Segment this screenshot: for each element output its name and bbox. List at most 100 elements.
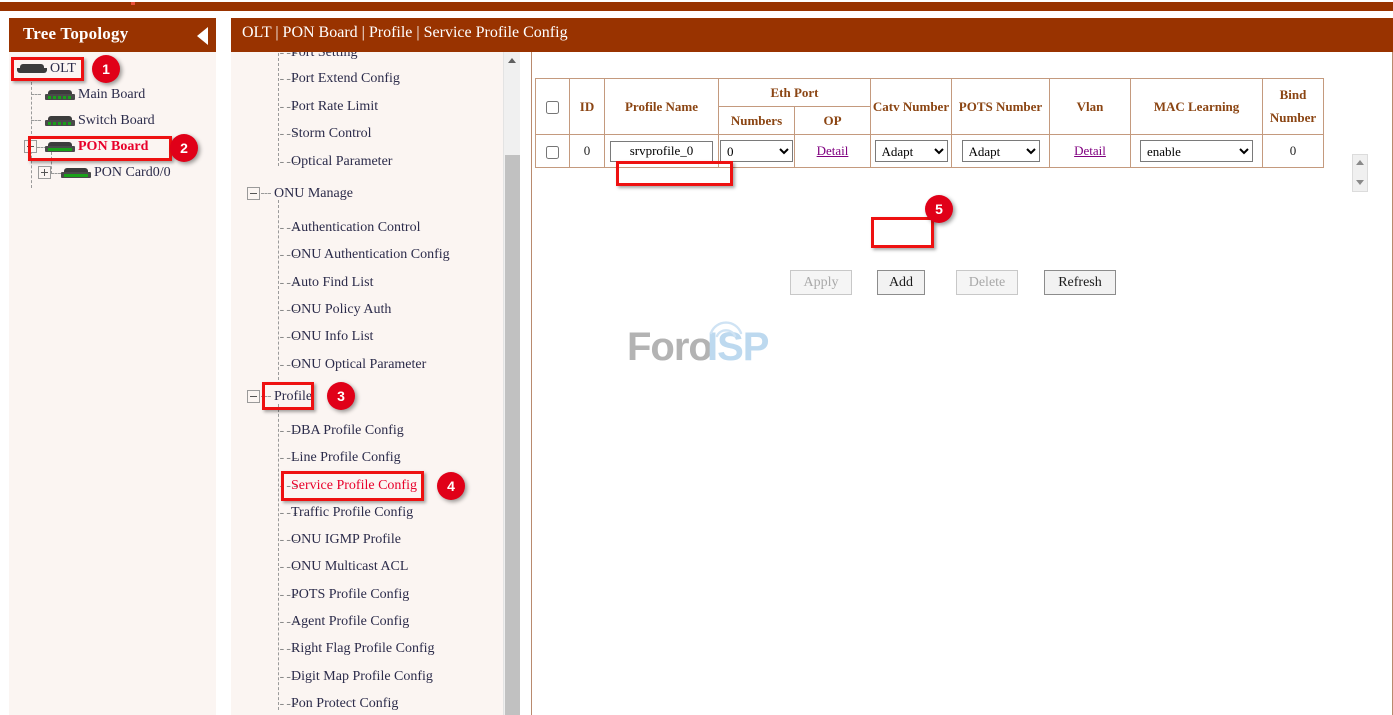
tree-expander-pon-board[interactable]: [24, 140, 37, 153]
menu-item-auto-find-list[interactable]: Auto Find List: [291, 275, 373, 291]
menu-item-optical-parameter[interactable]: Optical Parameter: [291, 154, 392, 170]
row-profile-name-cell: [605, 135, 719, 168]
row-eth-port-numbers-cell: 0: [719, 135, 795, 168]
menu-expander-tail: [261, 193, 271, 194]
tree-connector-vertical2: [51, 152, 52, 174]
table-header-row-1: ID Profile Name Eth Port Catv Number POT…: [536, 79, 1324, 107]
header-mac-learning: MAC Learning: [1131, 79, 1263, 135]
menu-item-right-flag-profile-config[interactable]: Right Flag Profile Config: [291, 641, 435, 657]
row-id: 0: [570, 135, 605, 168]
menu-item-agent-profile-config[interactable]: Agent Profile Config: [291, 614, 409, 630]
menu-item-onu-policy-auth[interactable]: ONU Policy Auth: [291, 302, 391, 318]
menu-item-profile[interactable]: Profile: [274, 389, 312, 405]
menu-scrollbar-thumb[interactable]: [505, 155, 520, 715]
tree-connector-h2: [31, 120, 41, 121]
select-all-checkbox[interactable]: [546, 101, 559, 114]
triangle-left-icon[interactable]: [197, 27, 208, 45]
mac-learning-select[interactable]: enable: [1140, 140, 1253, 162]
navigation-menu-panel: --- Port Setting --- Port Extend Config …: [231, 52, 520, 715]
service-profile-table: ID Profile Name Eth Port Catv Number POT…: [535, 78, 1324, 168]
row-mac-learning-cell: enable: [1131, 135, 1263, 168]
device-olt-icon: [17, 64, 47, 75]
menu-rail-3: [278, 404, 279, 710]
tree-item-switch-board[interactable]: Switch Board: [45, 114, 155, 128]
header-bind-number: Bind Number: [1263, 79, 1324, 135]
application-window: Tree Topology OLT Mai: [0, 0, 1393, 715]
pots-number-select[interactable]: Adapt: [962, 140, 1040, 162]
header-profile-name: Profile Name: [605, 79, 719, 135]
device-pon-board-icon: [45, 142, 75, 153]
row-checkbox[interactable]: [546, 146, 559, 159]
header-eth-port-op: OP: [795, 107, 871, 135]
menu-expander-profile[interactable]: [247, 390, 260, 403]
header-vlan: Vlan: [1050, 79, 1131, 135]
content-body: ID Profile Name Eth Port Catv Number POT…: [531, 52, 1393, 715]
menu-item-onu-manage[interactable]: ONU Manage: [274, 186, 353, 202]
tree-item-pon-board[interactable]: PON Board: [45, 140, 148, 154]
header-eth-port-numbers: Numbers: [719, 107, 795, 135]
header-select-all: [536, 79, 570, 135]
menu-item-port-rate-limit[interactable]: Port Rate Limit: [291, 99, 378, 115]
table-head: ID Profile Name Eth Port Catv Number POT…: [536, 79, 1324, 135]
refresh-button[interactable]: Refresh: [1044, 270, 1116, 295]
delete-button[interactable]: Delete: [956, 270, 1018, 295]
tree-topology-title: Tree Topology: [23, 24, 128, 44]
menu-item-port-extend-config[interactable]: Port Extend Config: [291, 71, 400, 87]
add-button[interactable]: Add: [877, 270, 925, 295]
menu-item-onu-igmp-profile[interactable]: ONU IGMP Profile: [291, 532, 401, 548]
menu-item-pon-protect-config[interactable]: Pon Protect Config: [291, 696, 398, 712]
breadcrumb: OLT | PON Board | Profile | Service Prof…: [242, 24, 568, 42]
menu-item-authentication-control[interactable]: Authentication Control: [291, 220, 420, 236]
menu-scrollbar[interactable]: [503, 52, 520, 715]
apply-button[interactable]: Apply: [790, 270, 852, 295]
tree-item-label: OLT: [50, 62, 76, 76]
watermark-text-foro: Foro: [627, 325, 712, 370]
menu-item-dba-profile-config[interactable]: DBA Profile Config: [291, 423, 404, 439]
tree-topology-body: OLT Main Board Switch Board: [9, 52, 216, 715]
menu-item-port-setting[interactable]: Port Setting: [291, 52, 358, 61]
menu-item-traffic-profile-config[interactable]: Traffic Profile Config: [291, 505, 413, 521]
row-pots-number-cell: Adapt: [952, 135, 1050, 168]
top-accent-strip: [0, 2, 1393, 11]
header-eth-port: Eth Port: [719, 79, 871, 107]
menu-item-onu-authentication-config[interactable]: ONU Authentication Config: [291, 247, 450, 263]
tree-item-main-board[interactable]: Main Board: [45, 88, 145, 102]
menu-item-service-profile-config[interactable]: Service Profile Config: [291, 478, 417, 494]
eth-port-numbers-select[interactable]: 0: [720, 140, 793, 162]
tree-connector-h4: [51, 173, 61, 174]
tree-topology-header: Tree Topology: [9, 18, 216, 52]
action-button-row: Apply Add Delete Refresh: [532, 270, 1393, 296]
tree-item-pon-card[interactable]: PON Card0/0: [61, 166, 171, 180]
device-pon-card-icon: [61, 168, 91, 179]
foroisp-watermark: Foro ISP: [627, 325, 767, 375]
tree-item-olt[interactable]: OLT: [17, 62, 76, 76]
header-id: ID: [570, 79, 605, 135]
device-board-icon: [45, 90, 75, 101]
scroll-down-arrow-icon[interactable]: [1356, 180, 1364, 185]
catv-number-select[interactable]: Adapt: [875, 140, 948, 162]
row-vlan-cell: Detail: [1050, 135, 1131, 168]
menu-item-line-profile-config[interactable]: Line Profile Config: [291, 450, 401, 466]
tree-connector-vertical: [31, 82, 32, 188]
device-board-icon: [45, 116, 75, 127]
vlan-detail-link[interactable]: Detail: [1074, 143, 1106, 158]
tree-expander-pon-card[interactable]: [38, 166, 51, 179]
eth-port-detail-link[interactable]: Detail: [817, 143, 849, 158]
menu-item-onu-multicast-acl[interactable]: ONU Multicast ACL: [291, 559, 408, 575]
table-row-scrollbar[interactable]: [1352, 154, 1368, 192]
profile-name-input[interactable]: [610, 141, 713, 162]
row-bind-number: 0: [1263, 135, 1324, 168]
tree-item-label: PON Card0/0: [94, 166, 171, 180]
top-strip-marker: [131, 2, 135, 5]
tree-topology-panel: Tree Topology OLT Mai: [9, 18, 216, 715]
menu-item-digit-map-profile-config[interactable]: Digit Map Profile Config: [291, 669, 433, 685]
scroll-up-arrow-icon[interactable]: [1356, 160, 1364, 165]
row-catv-number-cell: Adapt: [871, 135, 952, 168]
menu-item-onu-optical-parameter[interactable]: ONU Optical Parameter: [291, 357, 426, 373]
row-eth-port-op-cell: Detail: [795, 135, 871, 168]
menu-item-onu-info-list[interactable]: ONU Info List: [291, 329, 373, 345]
menu-item-pots-profile-config[interactable]: POTS Profile Config: [291, 587, 409, 603]
menu-expander-onu-manage[interactable]: [247, 187, 260, 200]
scroll-up-arrow-icon[interactable]: [504, 52, 520, 69]
menu-item-storm-control[interactable]: Storm Control: [291, 126, 372, 142]
